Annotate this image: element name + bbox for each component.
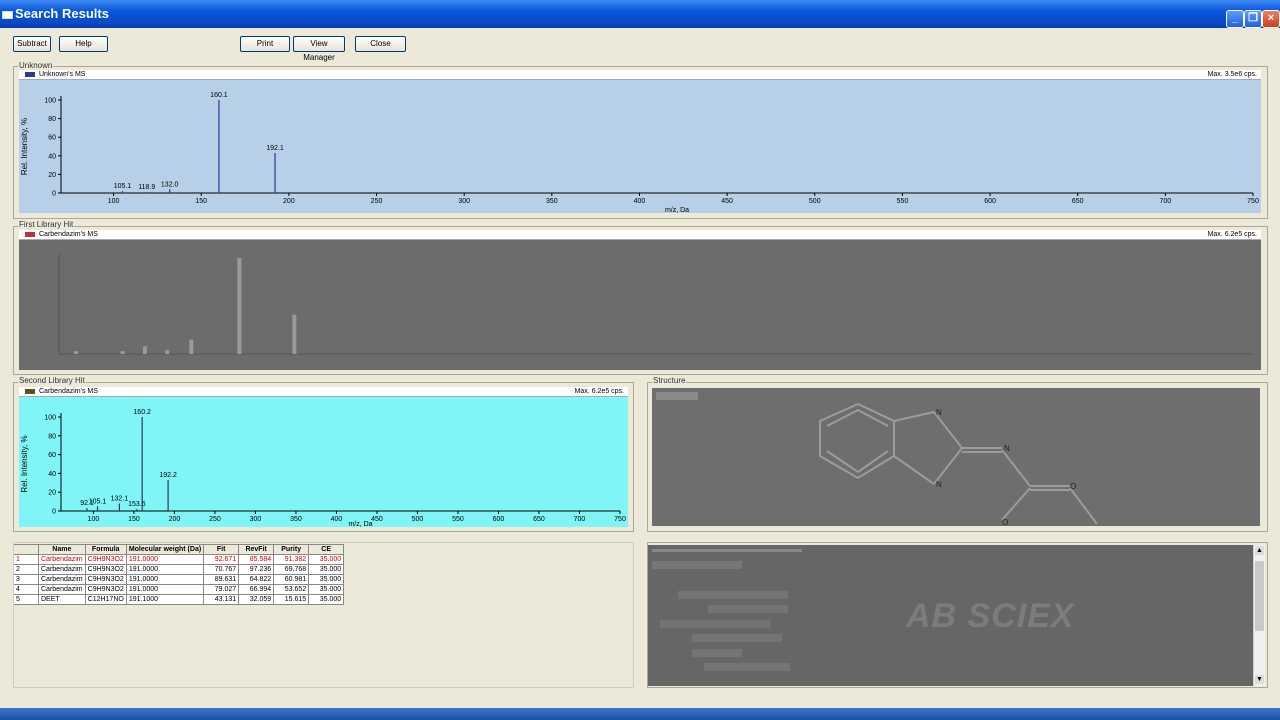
results-table-frame <box>13 542 634 688</box>
legend-swatch <box>25 231 35 237</box>
restore-icon[interactable]: ❐ <box>1244 10 1262 28</box>
x-tick-label: 450 <box>371 516 383 523</box>
second-hit-group-label: Second Library Hit <box>18 376 86 385</box>
first-hit-max: Max. 6.2e5 cps. <box>1207 231 1257 238</box>
x-axis-label: m/z, Da <box>665 207 689 213</box>
x-tick-label: 500 <box>412 516 424 523</box>
x-axis-label: m/z, Da <box>348 521 372 527</box>
y-tick-label: 80 <box>48 433 56 440</box>
y-tick-label: 100 <box>44 415 56 422</box>
x-tick-label: 550 <box>452 516 464 523</box>
legend-swatch <box>25 71 35 77</box>
structure-group-label: Structure <box>652 376 687 385</box>
y-tick-label: 60 <box>48 452 56 459</box>
second-hit-max: Max. 6.2e5 cps. <box>574 388 624 395</box>
x-tick-label: 250 <box>371 198 383 205</box>
structure-drawing: N N N O O <box>652 388 1260 526</box>
y-tick-label: 40 <box>48 471 56 478</box>
print-button[interactable]: Print <box>240 36 290 52</box>
peak-label: 132.1 <box>111 495 129 502</box>
title-bar: Search Results _ ❐ × <box>0 0 1280 28</box>
x-tick-label: 400 <box>331 516 343 523</box>
unknown-spectrum-chart[interactable]: 100 150 200 250 300 350 400 450 500 550 600 650 700 7… <box>19 80 1261 213</box>
peak-label: 118.9 <box>138 184 155 191</box>
y-axis-label: Rel. Intensity, % <box>20 435 29 492</box>
x-tick-label: 700 <box>574 516 586 523</box>
unknown-max: Max. 3.5e6 cps. <box>1207 71 1257 78</box>
atom-n3: N <box>1004 444 1010 453</box>
x-tick-label: 200 <box>283 198 295 205</box>
peak-label: 153.6 <box>128 501 146 508</box>
x-tick-label: 650 <box>1072 198 1084 205</box>
x-tick-label: 600 <box>984 198 996 205</box>
unknown-panel-header: Unknown's MS Max. 3.5e6 cps. <box>19 70 1261 80</box>
x-tick-label: 250 <box>209 516 221 523</box>
minimize-icon[interactable]: _ <box>1226 10 1244 28</box>
x-tick-label: 550 <box>897 198 909 205</box>
unknown-legend: Unknown's MS <box>39 71 86 78</box>
peak-label: 192.2 <box>159 472 177 479</box>
peak-label: 105.1 <box>89 498 107 505</box>
close-window-icon[interactable]: × <box>1262 10 1280 28</box>
info-frame <box>647 542 1268 688</box>
legend-swatch <box>25 388 35 394</box>
first-hit-legend: Carbendazim's MS <box>39 231 98 238</box>
atom-n1: N <box>936 408 942 417</box>
x-tick-label: 650 <box>533 516 545 523</box>
x-tick-label: 500 <box>809 198 821 205</box>
taskbar-strip <box>0 708 1280 720</box>
first-hit-panel-header: Carbendazim's MS Max. 6.2e5 cps. <box>19 230 1261 240</box>
app-icon <box>2 11 13 19</box>
x-tick-label: 350 <box>290 516 302 523</box>
x-tick-label: 600 <box>493 516 505 523</box>
plot-background <box>19 240 1261 370</box>
unknown-group-label: Unknown <box>18 61 54 70</box>
x-tick-label: 150 <box>128 516 140 523</box>
first-hit-spectrum-chart[interactable] <box>19 240 1261 370</box>
x-tick-label: 350 <box>546 198 558 205</box>
peak-label: 160.2 <box>133 409 151 416</box>
atom-n2: N <box>936 480 942 489</box>
x-tick-label: 300 <box>250 516 262 523</box>
peak-label: 132.0 <box>161 181 179 188</box>
x-tick-label: 450 <box>721 198 733 205</box>
view-manager-button[interactable]: View Manager <box>293 36 345 62</box>
x-tick-label: 300 <box>458 198 470 205</box>
peak-label: 192.1 <box>266 145 284 152</box>
peak-label: 105.1 <box>114 183 132 190</box>
x-tick-label: 750 <box>614 516 626 523</box>
x-tick-label: 150 <box>195 198 207 205</box>
subtract-button[interactable]: Subtract <box>13 36 51 52</box>
x-tick-label: 400 <box>634 198 646 205</box>
y-tick-label: 0 <box>52 509 56 516</box>
y-tick-label: 60 <box>48 135 56 142</box>
second-hit-legend: Carbendazim's MS <box>39 388 98 395</box>
structure-id-box <box>656 392 698 400</box>
y-tick-label: 80 <box>48 116 56 123</box>
second-hit-panel-header: Carbendazim's MS Max. 6.2e5 cps. <box>19 387 628 397</box>
x-tick-label: 750 <box>1247 198 1259 205</box>
close-button[interactable]: Close <box>355 36 406 52</box>
window-title: Search Results <box>15 6 109 21</box>
second-hit-spectrum-chart[interactable]: 100 150 200 250 300 350 400 450 500 550 600 650 700 7… <box>19 397 628 527</box>
y-tick-label: 20 <box>48 172 56 179</box>
y-tick-label: 40 <box>48 153 56 160</box>
y-axis-label: Rel. Intensity, % <box>20 118 29 175</box>
plot-background <box>19 397 628 527</box>
atom-o2: O <box>1002 518 1008 526</box>
first-hit-group-label: First Library Hit <box>18 220 75 229</box>
x-tick-label: 200 <box>169 516 181 523</box>
y-tick-label: 0 <box>52 191 56 198</box>
x-tick-label: 100 <box>108 198 120 205</box>
help-button[interactable]: Help <box>59 36 108 52</box>
y-tick-label: 20 <box>48 490 56 497</box>
x-tick-label: 700 <box>1160 198 1172 205</box>
x-tick-label: 100 <box>88 516 100 523</box>
y-tick-label: 100 <box>44 98 56 105</box>
peak-label: 160.1 <box>210 92 228 99</box>
atom-o1: O <box>1070 482 1076 491</box>
